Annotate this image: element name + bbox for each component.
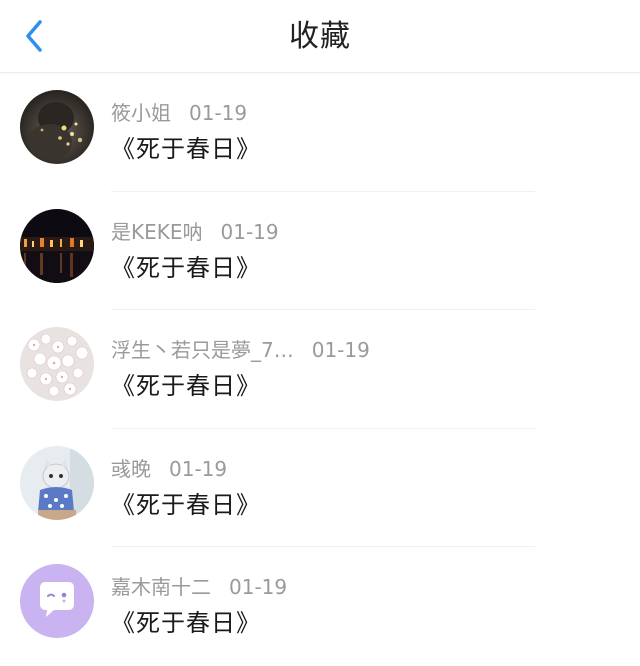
list-item[interactable]: 筱小姐 01-19 《死于春日》 — [0, 73, 640, 192]
date: 01-19 — [311, 338, 370, 362]
avatar[interactable] — [20, 564, 94, 638]
avatar[interactable] — [20, 208, 94, 283]
username[interactable]: 浮生丶若只是夢_7… — [111, 338, 294, 362]
item-meta: 筱小姐 01-19 — [111, 97, 247, 126]
date: 01-19 — [229, 575, 288, 599]
item-meta: 浮生丶若只是夢_7… 01-19 — [111, 334, 370, 363]
avatar[interactable] — [20, 445, 94, 520]
date: 01-19 — [189, 101, 248, 125]
post-title[interactable]: 《死于春日》 — [111, 248, 261, 283]
date: 01-19 — [220, 219, 279, 244]
username[interactable]: 嘉木南十二 — [111, 575, 211, 599]
username[interactable]: 筱小姐 — [111, 101, 171, 125]
date: 01-19 — [169, 456, 228, 481]
item-meta: 是KEKE呐 01-19 — [111, 216, 279, 245]
username[interactable]: 是KEKE呐 — [111, 220, 203, 244]
list-item[interactable]: 是KEKE呐 01-19 《死于春日》 — [0, 192, 640, 310]
item-meta: 嘉木南十二 01-19 — [111, 571, 287, 600]
item-meta: 彧晚 01-19 — [111, 453, 227, 482]
post-title[interactable]: 《死于春日》 — [111, 129, 261, 164]
username[interactable]: 彧晚 — [111, 457, 151, 481]
post-title[interactable]: 《死于春日》 — [111, 485, 261, 520]
avatar[interactable] — [20, 327, 94, 401]
post-title[interactable]: 《死于春日》 — [111, 366, 261, 401]
avatar[interactable] — [20, 90, 94, 164]
list-item[interactable]: 彧晚 01-19 《死于春日》 — [0, 429, 640, 547]
favorites-list: 筱小姐 01-19 《死于春日》 是KEKE呐 01-19 《死于春日》 浮生丶… — [0, 73, 640, 666]
page-title: 收藏 — [289, 19, 351, 54]
top-nav-bar: 收藏 — [0, 0, 640, 73]
list-item[interactable]: 浮生丶若只是夢_7… 01-19 《死于春日》 — [0, 310, 640, 429]
list-item[interactable]: 嘉木南十二 01-19 《死于春日》 — [0, 547, 640, 666]
post-title[interactable]: 《死于春日》 — [111, 603, 261, 638]
